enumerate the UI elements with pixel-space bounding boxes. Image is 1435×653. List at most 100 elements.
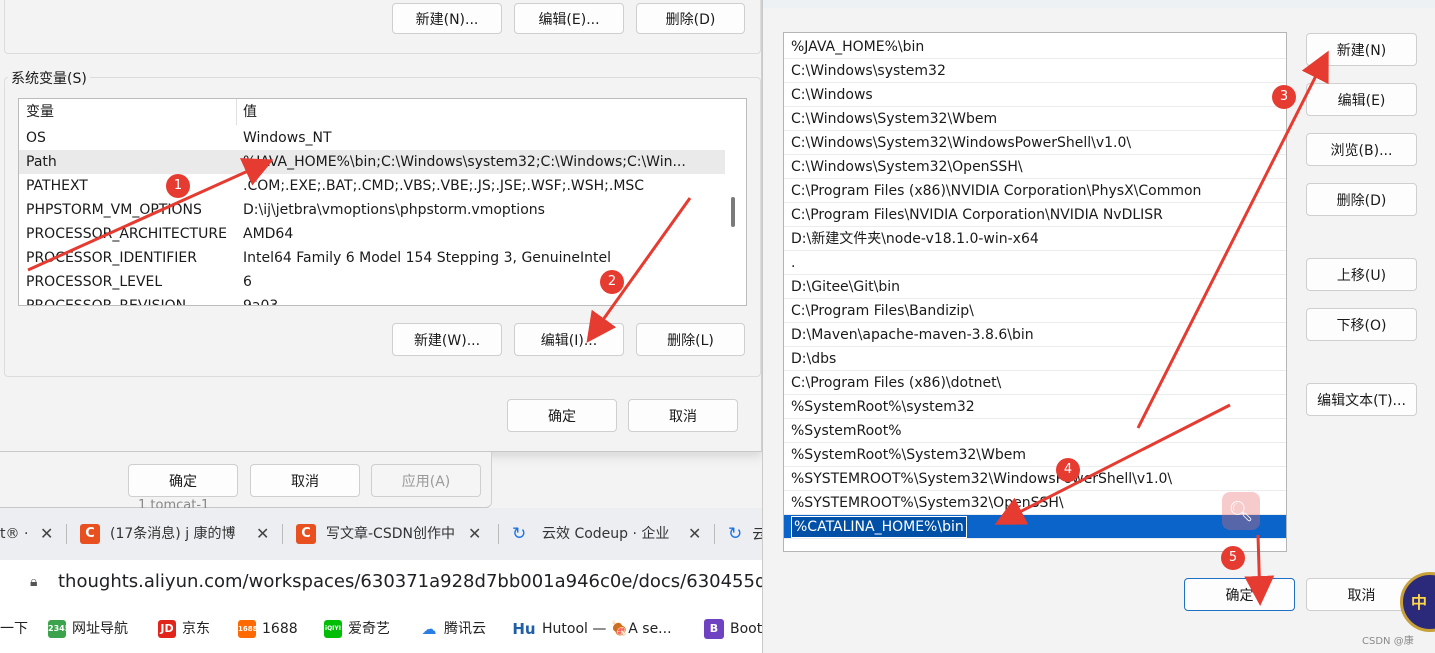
path-item[interactable]: %SYSTEMROOT%\System32\WindowsPowerShell\… — [784, 467, 1286, 491]
var-name: PROCESSOR_LEVEL — [26, 274, 163, 290]
system-var-delete-button[interactable]: 删除(L) — [636, 323, 745, 356]
bookmark-item[interactable]: ☁ 腾讯云 — [420, 619, 486, 639]
path-move-up-button[interactable]: 上移(U) — [1306, 258, 1417, 291]
path-text: C:\Windows\system32 — [791, 63, 946, 79]
path-browse-button[interactable]: 浏览(B)... — [1306, 133, 1417, 166]
path-item[interactable]: D:\Maven\apache-maven-3.8.6\bin — [784, 323, 1286, 347]
watermark: CSDN @康 — [1362, 636, 1414, 647]
var-name: PROCESSOR_ARCHITECTURE — [26, 226, 227, 242]
partial-text: 1 tomcat-1 — [138, 498, 210, 508]
bookmark-item[interactable]: iQIYI 爱奇艺 — [324, 619, 390, 639]
browser-tab[interactable]: C (17条消息) j 康的博 ✕ — [80, 521, 275, 547]
var-value: Windows_NT — [243, 130, 332, 146]
close-icon[interactable]: ✕ — [468, 521, 481, 547]
annotation-badge: 1 — [166, 174, 190, 198]
path-item[interactable]: C:\Windows — [784, 83, 1286, 107]
browser-tab[interactable]: ↻ 云效 Codeup · 企业 ✕ — [512, 521, 712, 547]
path-item[interactable]: %SystemRoot% — [784, 419, 1286, 443]
env-ok-button[interactable]: 确定 — [507, 399, 617, 432]
props-ok-button[interactable]: 确定 — [128, 464, 238, 497]
browser-tab[interactable]: t® · ✕ — [0, 521, 53, 547]
edit-ok-button[interactable]: 确定 — [1184, 578, 1295, 611]
path-text: . — [791, 255, 796, 271]
path-item[interactable]: C:\Program Files\Bandizip\ — [784, 299, 1286, 323]
table-row-path-selected[interactable]: Path %JAVA_HOME%\bin;C:\Windows\system32;… — [19, 150, 725, 174]
path-item[interactable]: C:\Program Files\NVIDIA Corporation\NVID… — [784, 203, 1286, 227]
jd-icon: JD — [158, 620, 176, 638]
var-name: PHPSTORM_VM_OPTIONS — [26, 202, 202, 218]
close-icon[interactable]: ✕ — [40, 521, 53, 547]
bookmark-label: 1688 — [262, 621, 298, 637]
path-text: C:\Windows — [791, 87, 873, 103]
table-row[interactable]: PROCESSOR_IDENTIFIER Intel64 Family 6 Mod… — [19, 246, 725, 270]
path-list[interactable]: %JAVA_HOME%\bin C:\Windows\system32 C:\Win… — [783, 32, 1287, 552]
path-item[interactable]: C:\Windows\System32\WindowsPowerShell\v1… — [784, 131, 1286, 155]
path-item[interactable]: D:\dbs — [784, 347, 1286, 371]
path-item[interactable]: . — [784, 251, 1286, 275]
env-cancel-button[interactable]: 取消 — [628, 399, 738, 432]
user-var-delete-button[interactable]: 删除(D) — [636, 3, 745, 34]
tab-divider — [714, 524, 715, 544]
address-bar[interactable]: 🔒︎ thoughts.aliyun.com/workspaces/630371… — [0, 560, 822, 606]
bootstrap-icon: B — [704, 619, 724, 639]
column-divider — [236, 99, 237, 125]
close-icon[interactable]: ✕ — [688, 521, 701, 547]
annotation-badge: 5 — [1221, 546, 1245, 570]
bookmark-label: 一下 — [0, 621, 28, 637]
tencent-cloud-icon: ☁ — [420, 620, 438, 638]
var-value: 9a03 — [243, 298, 279, 306]
path-new-button[interactable]: 新建(N) — [1306, 33, 1417, 66]
table-row[interactable]: PROCESSOR_REVISION 9a03 — [19, 294, 725, 306]
lock-icon[interactable]: 🔒︎ — [30, 574, 37, 590]
bookmark-item[interactable]: 1688 1688 — [238, 619, 298, 639]
path-item[interactable]: C:\Windows\system32 — [784, 59, 1286, 83]
annotation-badge: 3 — [1272, 85, 1296, 109]
path-item[interactable]: C:\Program Files (x86)\NVIDIA Corporatio… — [784, 179, 1286, 203]
path-edit-text-button[interactable]: 编辑文本(T)... — [1306, 383, 1417, 416]
system-vars-table[interactable]: 变量 值 OS Windows_NT Path %JAVA_HOME%\bin;C:… — [18, 98, 747, 306]
path-move-down-button[interactable]: 下移(O) — [1306, 308, 1417, 341]
table-row[interactable]: PATHEXT .COM;.EXE;.BAT;.CMD;.VBS;.VBE;.JS… — [19, 174, 725, 198]
column-header-value[interactable]: 值 — [243, 99, 257, 125]
env-vars-dialog: 新建(N)... 编辑(E)... 删除(D) 系统变量(S) 变量 值 OS W… — [0, 0, 762, 452]
path-item[interactable]: D:\Gitee\Git\bin — [784, 275, 1286, 299]
path-item[interactable]: %SystemRoot%\System32\Wbem — [784, 443, 1286, 467]
path-item[interactable]: C:\Windows\System32\OpenSSH\ — [784, 155, 1286, 179]
bookmark-item[interactable]: Hu Hutool — 🍖A se... — [512, 619, 672, 639]
bookmark-label: 网址导航 — [72, 621, 128, 637]
bookmark-item[interactable]: 2345 网址导航 — [48, 619, 128, 639]
system-properties-dialog: 确定 取消 应用(A) 1 tomcat-1 — [0, 452, 492, 508]
column-header-variable[interactable]: 变量 — [26, 99, 54, 125]
path-item[interactable]: %SystemRoot%\system32 — [784, 395, 1286, 419]
path-item[interactable]: %SYSTEMROOT%\System32\OpenSSH\ — [784, 491, 1286, 515]
table-scrollbar-thumb[interactable] — [731, 197, 735, 227]
user-var-edit-button[interactable]: 编辑(E)... — [514, 3, 624, 34]
annotation-badge: 2 — [600, 270, 624, 294]
bookmark-item[interactable]: JD 京东 — [158, 619, 210, 639]
user-var-new-button[interactable]: 新建(N)... — [392, 3, 502, 34]
path-item[interactable]: C:\Windows\System32\Wbem — [784, 107, 1286, 131]
path-edit-input[interactable]: %CATALINA_HOME%\bin — [791, 516, 967, 538]
close-icon[interactable]: ✕ — [256, 521, 269, 547]
url-text[interactable]: thoughts.aliyun.com/workspaces/630371a92… — [58, 571, 822, 592]
path-item[interactable]: C:\Program Files (x86)\dotnet\ — [784, 371, 1286, 395]
path-item[interactable]: D:\新建文件夹\node-v18.1.0-win-x64 — [784, 227, 1286, 251]
props-cancel-button[interactable]: 取消 — [250, 464, 360, 497]
refresh-icon: ↻ — [512, 524, 527, 544]
search-icon[interactable]: 🔍︎ — [1222, 492, 1260, 530]
table-row[interactable]: OS Windows_NT — [19, 126, 725, 150]
csdn-icon: C — [296, 524, 316, 544]
path-item-selected[interactable]: %CATALINA_HOME%\bin — [784, 515, 1286, 539]
path-delete-button[interactable]: 删除(D) — [1306, 183, 1417, 216]
path-edit-button[interactable]: 编辑(E) — [1306, 83, 1417, 116]
table-row[interactable]: PHPSTORM_VM_OPTIONS D:\ij\jetbra\vmoption… — [19, 198, 725, 222]
table-row[interactable]: PROCESSOR_ARCHITECTURE AMD64 — [19, 222, 725, 246]
system-var-new-button[interactable]: 新建(W)... — [392, 323, 502, 356]
props-apply-button[interactable]: 应用(A) — [371, 464, 481, 497]
browser-tab[interactable]: C 写文章-CSDN创作中 ✕ — [296, 521, 491, 547]
browser-tab[interactable]: ↻ 云 — [728, 521, 766, 547]
bookmark-item[interactable]: 一下 — [0, 619, 28, 639]
tab-label: 云效 Codeup · 企业 — [542, 526, 670, 542]
path-item[interactable]: %JAVA_HOME%\bin — [784, 35, 1286, 59]
system-var-edit-button[interactable]: 编辑(I)... — [514, 323, 624, 356]
